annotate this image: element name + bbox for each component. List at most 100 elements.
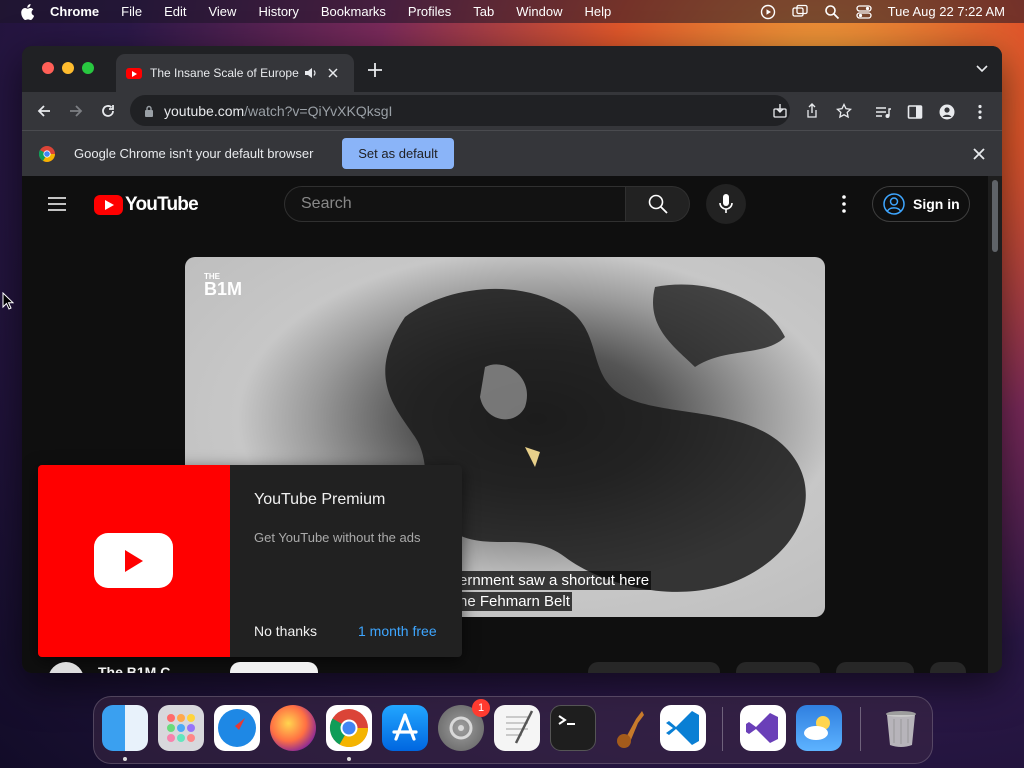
side-panel-icon[interactable] — [907, 104, 923, 120]
dock-finder-icon[interactable] — [102, 705, 148, 751]
menu-bookmarks[interactable]: Bookmarks — [321, 4, 386, 19]
microphone-icon — [719, 194, 733, 213]
menu-edit[interactable]: Edit — [164, 4, 186, 19]
dock-textedit-icon[interactable] — [494, 705, 540, 751]
tab-active[interactable]: The Insane Scale of Europe — [116, 54, 354, 92]
infobar-message: Google Chrome isn't your default browser — [74, 146, 314, 161]
tab-title: The Insane Scale of Europe — [150, 66, 299, 80]
menu-view[interactable]: View — [208, 4, 236, 19]
youtube-favicon-icon — [126, 67, 142, 79]
spotlight-icon[interactable] — [824, 4, 840, 20]
free-trial-button[interactable]: 1 month free — [358, 623, 437, 639]
running-indicator — [347, 757, 351, 761]
url-path: /watch?v=QiYvXKQksgI — [244, 102, 393, 119]
promo-image — [38, 465, 230, 657]
back-icon[interactable] — [36, 103, 52, 119]
browser-window: The Insane Scale of Europe youtube.com/w… — [22, 46, 1002, 673]
notification-badge: 1 — [472, 699, 490, 717]
download-button[interactable] — [836, 662, 914, 673]
speaker-icon[interactable] — [304, 66, 318, 80]
lock-icon[interactable] — [144, 105, 154, 117]
youtube-wordmark: YouTube — [125, 194, 199, 215]
dock-weather-icon[interactable] — [796, 705, 842, 751]
dock-firefox-icon[interactable] — [270, 705, 316, 751]
minimize-window-button[interactable] — [62, 62, 74, 74]
media-queue-icon[interactable] — [875, 104, 891, 120]
brand-big-text: B1M — [204, 279, 243, 299]
menu-file[interactable]: File — [121, 4, 142, 19]
mouse-cursor-icon — [2, 292, 14, 310]
dock-launchpad-icon[interactable] — [158, 705, 204, 751]
page-scrollbar[interactable] — [988, 176, 1002, 673]
new-tab-icon[interactable] — [368, 63, 382, 77]
dock: 1 — [93, 696, 933, 764]
premium-promo-dialog: YouTube Premium Get YouTube without the … — [38, 465, 462, 657]
settings-kebab-icon[interactable] — [840, 195, 848, 213]
screen-mirroring-icon[interactable] — [792, 4, 808, 20]
share-icon[interactable] — [804, 103, 820, 119]
sign-in-label: Sign in — [913, 196, 960, 212]
dock-separator — [860, 707, 861, 751]
dock-system-settings-icon[interactable]: 1 — [438, 699, 490, 751]
hamburger-menu-icon[interactable] — [48, 197, 66, 211]
sign-in-button[interactable]: Sign in — [872, 186, 970, 222]
menu-help[interactable]: Help — [585, 4, 612, 19]
search-button[interactable] — [626, 186, 690, 222]
apple-icon[interactable] — [20, 3, 34, 20]
caption-line-2: he Fehmarn Belt — [457, 592, 572, 611]
channel-name[interactable]: The B1M C — [98, 664, 170, 673]
account-circle-icon — [883, 193, 905, 215]
menu-tab[interactable]: Tab — [473, 4, 494, 19]
zoom-window-button[interactable] — [82, 62, 94, 74]
like-dislike-button[interactable] — [588, 662, 720, 673]
menu-window[interactable]: Window — [516, 4, 562, 19]
url-host: youtube.com — [164, 102, 245, 119]
dock-visual-studio-icon[interactable] — [740, 705, 786, 751]
b1m-brand-watermark: THE B1M — [204, 272, 243, 299]
reload-icon[interactable] — [100, 103, 116, 119]
youtube-play-icon — [94, 533, 173, 588]
address-bar[interactable]: youtube.com/watch?v=QiYvXKQksgI — [130, 95, 852, 126]
dock-trash-icon[interactable] — [878, 705, 924, 751]
more-menu-icon[interactable] — [972, 104, 988, 120]
control-center-icon[interactable] — [856, 4, 872, 20]
default-browser-infobar: Google Chrome isn't your default browser… — [22, 130, 1002, 176]
dock-chrome-icon[interactable] — [326, 705, 372, 751]
dock-safari-icon[interactable] — [214, 705, 260, 751]
dock-instruments-icon[interactable] — [606, 705, 652, 751]
install-app-icon[interactable] — [772, 103, 788, 119]
forward-icon[interactable] — [68, 103, 84, 119]
url-text: youtube.com/watch?v=QiYvXKQksgI — [164, 103, 392, 119]
no-thanks-button[interactable]: No thanks — [254, 623, 317, 639]
scrollbar-thumb[interactable] — [992, 180, 998, 252]
infobar-close-icon[interactable] — [973, 148, 985, 160]
channel-avatar[interactable] — [48, 662, 84, 673]
set-as-default-button[interactable]: Set as default — [342, 138, 454, 169]
search-input[interactable]: Search — [284, 186, 626, 222]
youtube-play-logo-icon — [94, 195, 123, 215]
bookmark-star-icon[interactable] — [836, 103, 852, 119]
profile-icon[interactable] — [939, 104, 955, 120]
tab-close-icon[interactable] — [328, 68, 338, 78]
menu-profiles[interactable]: Profiles — [408, 4, 451, 19]
voice-search-button[interactable] — [706, 184, 746, 224]
video-captions: ernment saw a shortcut here he Fehmarn B… — [457, 571, 652, 613]
dock-separator — [722, 707, 723, 751]
browser-toolbar: youtube.com/watch?v=QiYvXKQksgI — [22, 92, 1002, 130]
promo-title: YouTube Premium — [254, 491, 386, 508]
menu-history[interactable]: History — [258, 4, 298, 19]
youtube-page: YouTube Search Sign in THE B1M ernment s… — [22, 176, 988, 673]
dock-vscode-icon[interactable] — [660, 705, 706, 751]
youtube-logo[interactable]: YouTube — [94, 194, 199, 216]
dock-app-store-icon[interactable] — [382, 705, 428, 751]
close-window-button[interactable] — [42, 62, 54, 74]
menu-app-name[interactable]: Chrome — [50, 4, 99, 19]
more-actions-button[interactable] — [930, 662, 966, 673]
share-button[interactable] — [736, 662, 820, 673]
screen-record-icon[interactable] — [760, 4, 776, 20]
dock-terminal-icon[interactable] — [550, 705, 596, 751]
tab-strip: The Insane Scale of Europe — [22, 46, 1002, 92]
subscribe-button[interactable] — [230, 662, 318, 673]
chevron-down-icon[interactable] — [976, 65, 988, 73]
menu-clock[interactable]: Tue Aug 22 7:22 AM — [888, 4, 1005, 19]
